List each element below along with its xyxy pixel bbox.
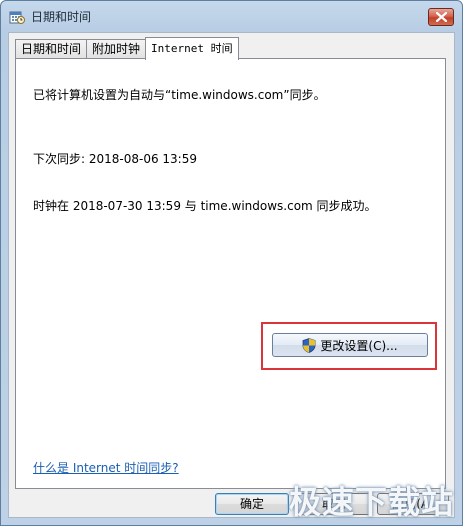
next-sync-text: 下次同步: 2018-08-06 13:59 bbox=[33, 152, 197, 166]
change-settings-button[interactable]: 更改设置(C)... bbox=[272, 333, 428, 357]
last-sync-text: 时钟在 2018-07-30 13:59 与 time.windows.com … bbox=[33, 199, 377, 213]
ok-button[interactable]: 确定 bbox=[215, 493, 289, 515]
sync-status-text: 已将计算机设置为自动与“time.windows.com”同步。 bbox=[33, 88, 326, 102]
dialog-client-area: 日期和时间 附加时钟 Internet 时间 已将计算机设置为自动与“time.… bbox=[8, 32, 455, 518]
uac-shield-icon bbox=[303, 337, 316, 353]
tab-internet-time[interactable]: Internet 时间 bbox=[145, 37, 239, 60]
internet-time-help-link[interactable]: 什么是 Internet 时间同步? bbox=[33, 459, 179, 476]
tab-date-time[interactable]: 日期和时间 bbox=[15, 39, 88, 59]
internet-time-panel: 已将计算机设置为自动与“time.windows.com”同步。 下次同步: 2… bbox=[15, 58, 446, 489]
change-settings-label: 更改设置(C)... bbox=[320, 338, 398, 353]
close-button[interactable] bbox=[428, 8, 454, 26]
calendar-clock-icon bbox=[9, 9, 25, 25]
highlight-box: 更改设置(C)... bbox=[261, 322, 437, 370]
site-watermark: 极速下载站 bbox=[289, 483, 455, 521]
window-title: 日期和时间 bbox=[31, 10, 92, 24]
date-time-dialog: 日期和时间 日期和时间 附加时钟 Internet 时间 已将计算机设置为自动与… bbox=[0, 0, 463, 526]
close-icon bbox=[436, 12, 447, 22]
tab-strip: 日期和时间 附加时钟 Internet 时间 bbox=[15, 37, 239, 60]
title-bar[interactable]: 日期和时间 bbox=[1, 1, 462, 33]
tab-additional-clocks[interactable]: 附加时钟 bbox=[86, 39, 147, 59]
